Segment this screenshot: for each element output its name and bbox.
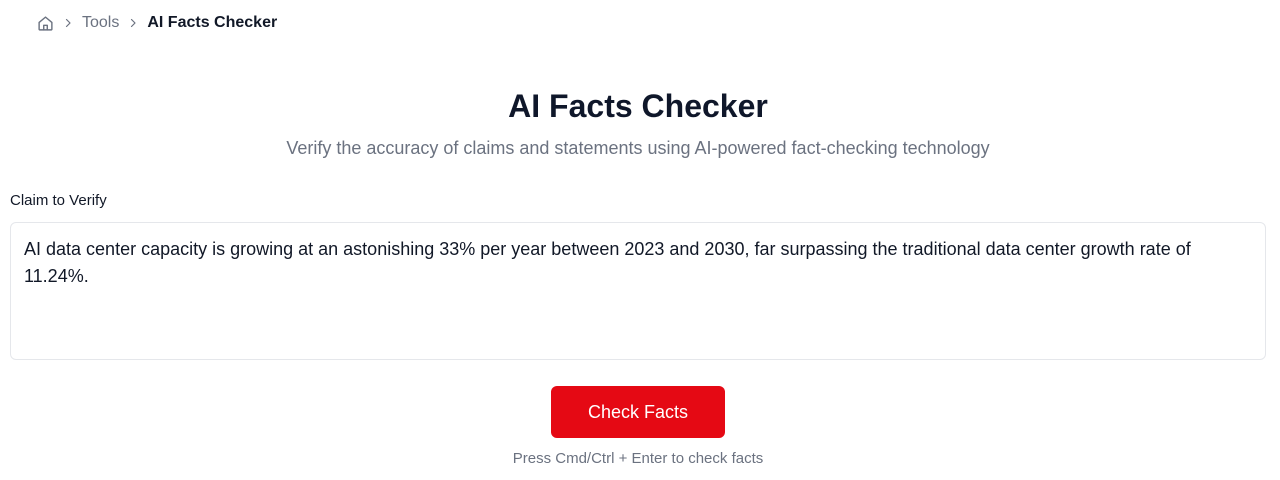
chevron-right-icon — [127, 17, 139, 29]
page-title: AI Facts Checker — [508, 88, 768, 124]
breadcrumb: Tools AI Facts Checker — [37, 12, 277, 34]
claim-input[interactable]: AI data center capacity is growing at an… — [10, 222, 1266, 360]
check-facts-button[interactable]: Check Facts — [551, 386, 725, 438]
keyboard-hint: Press Cmd/Ctrl + Enter to check facts — [512, 450, 764, 467]
claim-label: Claim to Verify — [10, 192, 107, 209]
breadcrumb-item-current: AI Facts Checker — [147, 14, 278, 31]
page-subtitle: Verify the accuracy of claims and statem… — [286, 138, 990, 158]
chevron-right-icon — [62, 17, 74, 29]
breadcrumb-item-tools[interactable]: Tools — [82, 14, 119, 32]
page: Tools AI Facts Checker AI Facts Checker … — [0, 0, 1280, 480]
home-icon[interactable] — [37, 15, 54, 32]
